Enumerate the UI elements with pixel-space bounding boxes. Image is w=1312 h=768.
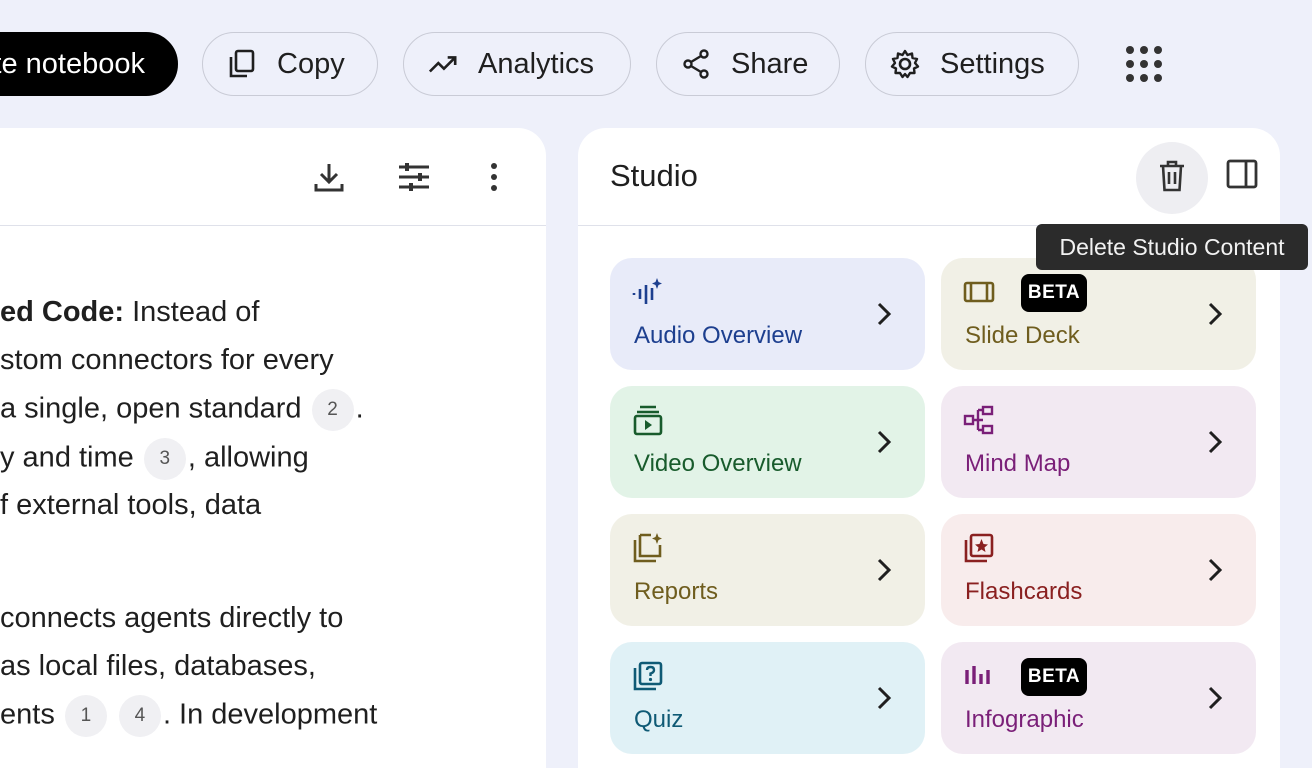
share-label: Share: [731, 47, 809, 80]
chevron-right-icon: [1202, 684, 1228, 712]
trash-icon: [1158, 160, 1186, 197]
tune-icon[interactable]: [395, 158, 433, 196]
chevron-right-icon: [871, 684, 897, 712]
card-label: Audio Overview: [634, 322, 803, 349]
chevron-right-icon: [1202, 556, 1228, 584]
citation-chip[interactable]: 4: [118, 695, 161, 737]
mind-map-card[interactable]: Mind Map: [941, 386, 1256, 498]
share-icon: [681, 49, 711, 79]
audio-overview-card[interactable]: Audio Overview: [610, 258, 925, 370]
mind-map-icon: [963, 404, 997, 438]
chevron-right-icon: [871, 556, 897, 584]
chevron-right-icon: [1202, 428, 1228, 456]
slides-icon: [963, 276, 997, 310]
copy-icon: [227, 49, 257, 79]
citation-chip[interactable]: 1: [64, 695, 107, 737]
reports-icon: [632, 532, 666, 566]
card-label: Quiz: [634, 706, 684, 733]
audio-waveform-icon: [632, 276, 666, 310]
text-line: y and time 3, allowing: [0, 438, 309, 480]
card-label: Slide Deck: [965, 322, 1080, 349]
beta-badge: BETA: [1021, 658, 1087, 696]
text-line: a single, open standard 2.: [0, 389, 364, 431]
copy-label: Copy: [277, 47, 345, 80]
analytics-button[interactable]: Analytics: [403, 32, 631, 96]
chat-response-text: ed Code: Instead of stom connectors for …: [0, 226, 546, 746]
settings-button[interactable]: Settings: [865, 32, 1079, 96]
video-icon: [632, 404, 666, 438]
video-overview-card[interactable]: Video Overview: [610, 386, 925, 498]
text-line: f external tools, data: [0, 489, 262, 521]
card-label: Infographic: [965, 706, 1084, 733]
apps-grid-icon[interactable]: [1124, 44, 1164, 84]
card-label: Flashcards: [965, 578, 1083, 605]
more-vert-icon[interactable]: [475, 158, 513, 196]
chevron-right-icon: [1202, 300, 1228, 328]
card-label: Reports: [634, 578, 719, 605]
share-button[interactable]: Share: [656, 32, 840, 96]
settings-label: Settings: [940, 47, 1045, 80]
collapse-panel-icon[interactable]: [1226, 158, 1262, 194]
text-line: ents 1 4. In development: [0, 695, 377, 737]
infographic-card[interactable]: BETA Infographic: [941, 642, 1256, 754]
flashcards-card[interactable]: Flashcards: [941, 514, 1256, 626]
flashcards-icon: [963, 532, 997, 566]
beta-badge: BETA: [1021, 274, 1087, 312]
text-line: stom connectors for every: [0, 344, 334, 376]
text-line: as local files, databases,: [0, 650, 316, 682]
copy-button[interactable]: Copy: [202, 32, 378, 96]
slide-deck-card[interactable]: BETA Slide Deck: [941, 258, 1256, 370]
chat-panel: ed Code: Instead of stom connectors for …: [0, 128, 546, 768]
text-line: ed Code: Instead of: [0, 296, 260, 328]
delete-tooltip: Delete Studio Content: [1036, 224, 1308, 270]
reports-card[interactable]: Reports: [610, 514, 925, 626]
studio-title: Studio: [610, 158, 698, 193]
create-notebook-label: te notebook: [0, 47, 145, 80]
citation-chip[interactable]: 3: [143, 438, 186, 480]
card-label: Video Overview: [634, 450, 802, 477]
create-notebook-button[interactable]: te notebook: [0, 32, 178, 96]
trending-up-icon: [428, 49, 458, 79]
infographic-icon: [963, 660, 997, 694]
top-toolbar: te notebook Copy Analytics Share Setting…: [0, 0, 1312, 128]
text-line: connects agents directly to: [0, 602, 344, 634]
chevron-right-icon: [871, 428, 897, 456]
delete-studio-content-button[interactable]: [1136, 142, 1208, 214]
quiz-icon: [632, 660, 666, 694]
quiz-card[interactable]: Quiz: [610, 642, 925, 754]
gear-icon: [890, 49, 920, 79]
card-label: Mind Map: [965, 450, 1071, 477]
chevron-right-icon: [871, 300, 897, 328]
download-icon[interactable]: [310, 158, 348, 196]
analytics-label: Analytics: [478, 47, 595, 80]
citation-chip[interactable]: 2: [311, 389, 354, 431]
chat-header: [0, 128, 546, 226]
studio-header: Studio: [578, 128, 1280, 226]
